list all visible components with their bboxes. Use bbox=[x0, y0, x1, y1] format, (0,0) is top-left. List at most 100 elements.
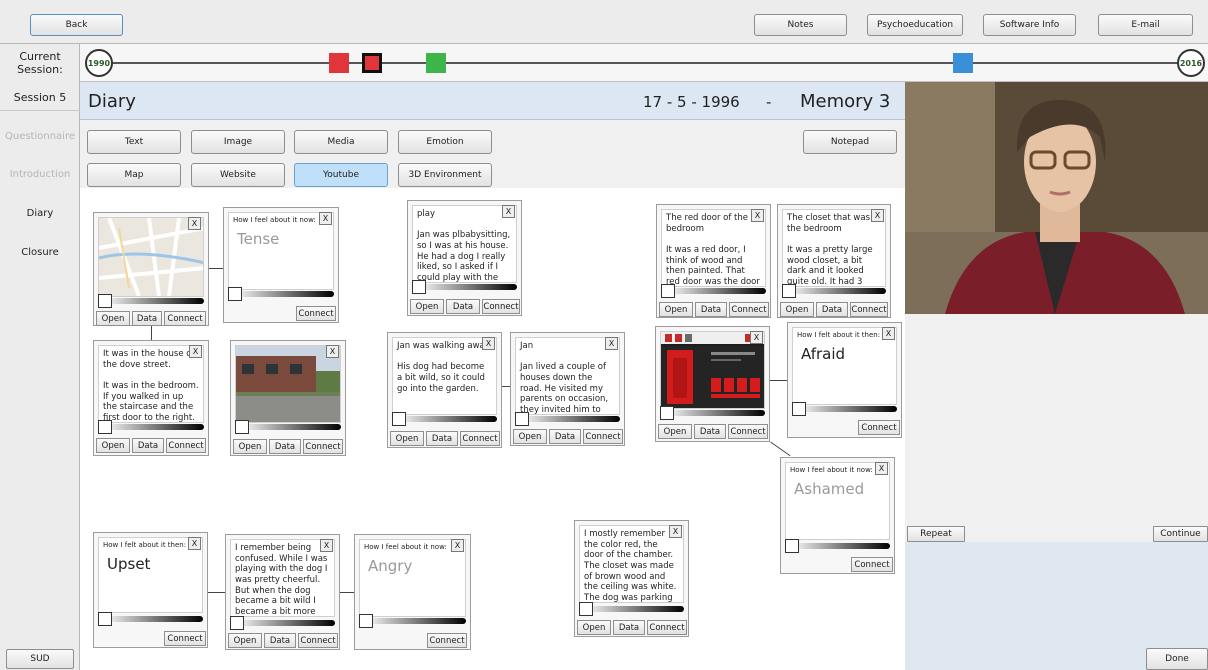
repeat-button[interactable]: Repeat bbox=[907, 526, 965, 542]
data-button[interactable]: Data bbox=[446, 299, 480, 314]
connect-button[interactable]: Connect bbox=[482, 299, 520, 314]
text-card[interactable]: The closet that was in the bedroom It wa… bbox=[777, 204, 891, 318]
sidebar-item-introduction[interactable]: Introduction bbox=[0, 169, 80, 180]
add-emotion-button[interactable]: Emotion bbox=[398, 130, 492, 154]
connect-button[interactable]: Connect bbox=[583, 429, 623, 444]
intensity-slider[interactable] bbox=[98, 294, 204, 308]
close-card-button[interactable]: X bbox=[188, 537, 201, 550]
text-card[interactable]: I mostly remember the color red, the doo… bbox=[574, 520, 689, 637]
close-card-button[interactable]: X bbox=[189, 345, 202, 358]
open-button[interactable]: Open bbox=[658, 424, 692, 439]
youtube-card[interactable]: X Open Data Connect bbox=[655, 326, 770, 442]
open-button[interactable]: Open bbox=[577, 620, 611, 635]
data-button[interactable]: Data bbox=[694, 424, 726, 439]
close-card-button[interactable]: X bbox=[882, 327, 895, 340]
timeline-memory-marker[interactable] bbox=[329, 53, 349, 73]
open-button[interactable]: Open bbox=[96, 311, 130, 326]
text-card[interactable]: Jan Jan lived a couple of houses down th… bbox=[510, 332, 625, 446]
data-button[interactable]: Data bbox=[132, 438, 164, 453]
connect-button[interactable]: Connect bbox=[851, 557, 893, 572]
data-button[interactable]: Data bbox=[613, 620, 645, 635]
email-button[interactable]: E-mail bbox=[1098, 14, 1193, 36]
close-card-button[interactable]: X bbox=[188, 217, 201, 230]
intensity-slider[interactable] bbox=[98, 420, 204, 434]
open-button[interactable]: Open bbox=[780, 302, 814, 317]
connect-button[interactable]: Connect bbox=[166, 438, 206, 453]
data-button[interactable]: Data bbox=[695, 302, 727, 317]
connect-button[interactable]: Connect bbox=[850, 302, 888, 317]
data-button[interactable]: Data bbox=[264, 633, 296, 648]
notepad-button[interactable]: Notepad bbox=[803, 130, 897, 154]
close-card-button[interactable]: X bbox=[451, 539, 464, 552]
intensity-slider[interactable] bbox=[392, 412, 497, 426]
connect-button[interactable]: Connect bbox=[858, 420, 900, 435]
connect-button[interactable]: Connect bbox=[427, 633, 467, 648]
add-3d-environment-button[interactable]: 3D Environment bbox=[398, 163, 492, 187]
data-button[interactable]: Data bbox=[132, 311, 162, 326]
add-text-button[interactable]: Text bbox=[87, 130, 181, 154]
add-map-button[interactable]: Map bbox=[87, 163, 181, 187]
data-button[interactable]: Data bbox=[549, 429, 581, 444]
timeline-memory-marker-selected[interactable] bbox=[362, 53, 382, 73]
intensity-slider[interactable] bbox=[792, 402, 897, 416]
open-button[interactable]: Open bbox=[410, 299, 444, 314]
intensity-slider[interactable] bbox=[359, 614, 466, 628]
psychoeducation-button[interactable]: Psychoeducation bbox=[867, 14, 963, 36]
connect-button[interactable]: Connect bbox=[298, 633, 338, 648]
intensity-slider[interactable] bbox=[412, 280, 517, 294]
data-button[interactable]: Data bbox=[816, 302, 848, 317]
sud-button[interactable]: SUD bbox=[6, 649, 74, 669]
open-button[interactable]: Open bbox=[233, 439, 267, 454]
open-button[interactable]: Open bbox=[228, 633, 262, 648]
sidebar-item-questionnaire[interactable]: Questionnaire bbox=[0, 131, 80, 142]
text-card[interactable]: Jan was walking away His dog had become … bbox=[387, 332, 502, 448]
continue-button[interactable]: Continue bbox=[1153, 526, 1208, 542]
notes-button[interactable]: Notes bbox=[754, 14, 847, 36]
close-card-button[interactable]: X bbox=[605, 337, 618, 350]
close-card-button[interactable]: X bbox=[751, 209, 764, 222]
data-button[interactable]: Data bbox=[269, 439, 301, 454]
emotion-card[interactable]: How I feel about it now: Tense X Connect bbox=[223, 207, 339, 323]
connect-button[interactable]: Connect bbox=[303, 439, 343, 454]
map-card[interactable]: X Open Data Connect bbox=[93, 212, 209, 326]
intensity-slider[interactable] bbox=[98, 612, 203, 626]
emotion-card[interactable]: How I felt about it then: Afraid X Conne… bbox=[787, 322, 902, 438]
connect-button[interactable]: Connect bbox=[647, 620, 687, 635]
text-card[interactable]: It was in the house on the dove street. … bbox=[93, 340, 209, 456]
close-card-button[interactable]: X bbox=[871, 209, 884, 222]
intensity-slider[interactable] bbox=[785, 539, 890, 553]
intensity-slider[interactable] bbox=[660, 406, 765, 420]
intensity-slider[interactable] bbox=[235, 420, 341, 434]
text-card[interactable]: I remember being confused. While I was p… bbox=[225, 534, 340, 650]
add-image-button[interactable]: Image bbox=[191, 130, 285, 154]
done-button[interactable]: Done bbox=[1146, 648, 1208, 670]
add-media-button[interactable]: Media bbox=[294, 130, 388, 154]
close-card-button[interactable]: X bbox=[319, 212, 332, 225]
close-card-button[interactable]: X bbox=[750, 331, 763, 344]
intensity-slider[interactable] bbox=[579, 602, 684, 616]
emotion-card[interactable]: How I feel about it now: Angry X Connect bbox=[354, 534, 471, 650]
emotion-card[interactable]: How I feel about it now: Ashamed X Conne… bbox=[780, 457, 895, 574]
connect-button[interactable]: Connect bbox=[164, 311, 206, 326]
data-button[interactable]: Data bbox=[426, 431, 458, 446]
close-card-button[interactable]: X bbox=[326, 345, 339, 358]
connect-button[interactable]: Connect bbox=[460, 431, 500, 446]
connect-button[interactable]: Connect bbox=[296, 306, 336, 321]
text-card[interactable]: play Jan was plbabysitting, so I was at … bbox=[407, 200, 522, 316]
text-card[interactable]: The red door of the bedroom It was a red… bbox=[656, 204, 771, 318]
intensity-slider[interactable] bbox=[228, 287, 334, 301]
open-button[interactable]: Open bbox=[390, 431, 424, 446]
emotion-card[interactable]: How I felt about it then: Upset X Connec… bbox=[93, 532, 208, 648]
connect-button[interactable]: Connect bbox=[729, 302, 769, 317]
close-card-button[interactable]: X bbox=[669, 525, 682, 538]
intensity-slider[interactable] bbox=[661, 284, 766, 298]
sidebar-item-closure[interactable]: Closure bbox=[0, 247, 80, 258]
connect-button[interactable]: Connect bbox=[728, 424, 768, 439]
intensity-slider[interactable] bbox=[230, 616, 335, 630]
software-info-button[interactable]: Software Info bbox=[983, 14, 1076, 36]
sidebar-item-diary[interactable]: Diary bbox=[0, 208, 80, 219]
close-card-button[interactable]: X bbox=[320, 539, 333, 552]
open-button[interactable]: Open bbox=[659, 302, 693, 317]
intensity-slider[interactable] bbox=[782, 284, 886, 298]
close-card-button[interactable]: X bbox=[502, 205, 515, 218]
